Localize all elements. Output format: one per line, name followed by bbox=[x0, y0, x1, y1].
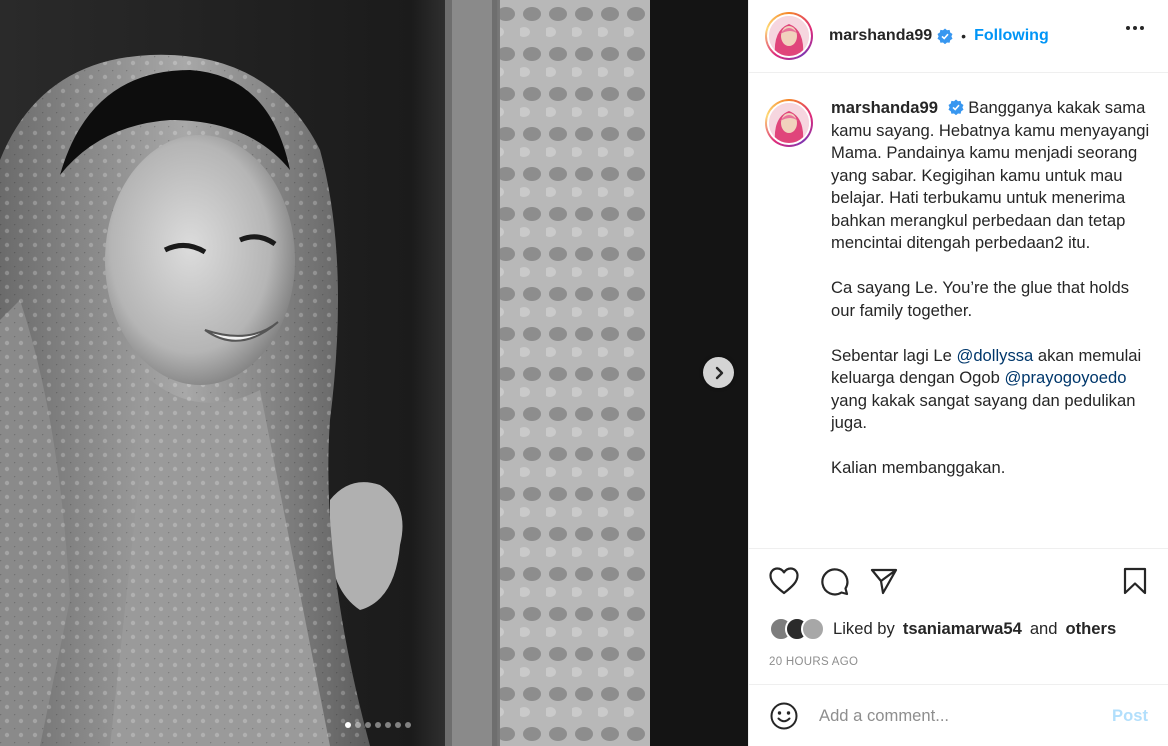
caption-text: yang kakak sangat sayang dan pedulikan j… bbox=[831, 390, 1136, 433]
username[interactable]: marshanda99 bbox=[829, 27, 932, 45]
avatar-image bbox=[769, 103, 809, 143]
post-photo bbox=[0, 0, 748, 746]
carousel-next-button[interactable] bbox=[703, 357, 734, 388]
heart-icon[interactable] bbox=[769, 566, 799, 596]
likes-joiner: and bbox=[1029, 619, 1058, 638]
avatar[interactable] bbox=[765, 12, 813, 60]
comment-composer: Post bbox=[749, 684, 1168, 746]
more-options-icon[interactable] bbox=[1126, 26, 1144, 30]
avatar bbox=[801, 617, 825, 641]
carousel-dot bbox=[355, 722, 361, 728]
post-caption: marshanda99 Bangganya kakak sama kamu sa… bbox=[831, 97, 1151, 502]
likes-prefix: Liked by bbox=[833, 619, 895, 638]
post-timestamp[interactable]: 20 HOURS AGO bbox=[749, 656, 1168, 684]
carousel-dot bbox=[395, 722, 401, 728]
carousel-indicator bbox=[0, 722, 748, 728]
carousel-dot bbox=[375, 722, 381, 728]
caption-avatar[interactable] bbox=[765, 99, 813, 147]
carousel-dot bbox=[405, 722, 411, 728]
post-details-panel: marshanda99 • Following marshanda99 Bang… bbox=[748, 0, 1168, 746]
comment-input[interactable] bbox=[819, 705, 1113, 726]
likes-summary: Liked by tsaniamarwa54 and others bbox=[749, 612, 1168, 646]
verified-badge-icon bbox=[948, 99, 964, 115]
bookmark-icon[interactable] bbox=[1120, 566, 1150, 596]
share-icon[interactable] bbox=[869, 566, 899, 596]
carousel-dot bbox=[345, 722, 351, 728]
following-button[interactable]: Following bbox=[974, 27, 1049, 45]
chevron-right-icon bbox=[715, 366, 723, 379]
likes-others-link[interactable]: others bbox=[1066, 619, 1117, 639]
liker-username[interactable]: tsaniamarwa54 bbox=[903, 619, 1022, 639]
mention-link[interactable]: @prayogoyoedo bbox=[1004, 368, 1126, 387]
action-bar bbox=[749, 548, 1168, 612]
carousel-dot bbox=[365, 722, 371, 728]
caption-paragraph: Ca sayang Le. You’re the glue that holds… bbox=[831, 278, 1129, 320]
caption-paragraph: Kalian membanggakan. bbox=[831, 458, 1006, 477]
emoji-icon[interactable] bbox=[769, 701, 799, 731]
caption-row: marshanda99 Bangganya kakak sama kamu sa… bbox=[765, 97, 1152, 502]
separator-dot: • bbox=[961, 28, 967, 44]
post-comment-button[interactable]: Post bbox=[1112, 706, 1148, 726]
verified-badge-icon bbox=[937, 28, 953, 44]
mention-link[interactable]: @dollyssa bbox=[956, 346, 1033, 365]
comments-section: marshanda99 Bangganya kakak sama kamu sa… bbox=[749, 73, 1168, 548]
liker-avatars[interactable] bbox=[769, 617, 825, 641]
caption-text: Bangganya kakak sama kamu sayang. Hebatn… bbox=[831, 98, 1150, 252]
post-media[interactable] bbox=[0, 0, 748, 746]
carousel-dot bbox=[385, 722, 391, 728]
avatar-image bbox=[769, 16, 809, 56]
comment-icon[interactable] bbox=[819, 566, 849, 596]
instagram-post: marshanda99 • Following marshanda99 Bang… bbox=[0, 0, 1168, 746]
caption-paragraph: Sebentar lagi Le @dollyssa akan memulai … bbox=[831, 345, 1151, 435]
caption-text: Sebentar lagi Le bbox=[831, 345, 957, 365]
caption-paragraph: marshanda99 Bangganya kakak sama kamu sa… bbox=[831, 97, 1151, 255]
post-header: marshanda99 • Following bbox=[749, 0, 1168, 73]
caption-username[interactable]: marshanda99 bbox=[831, 98, 938, 117]
